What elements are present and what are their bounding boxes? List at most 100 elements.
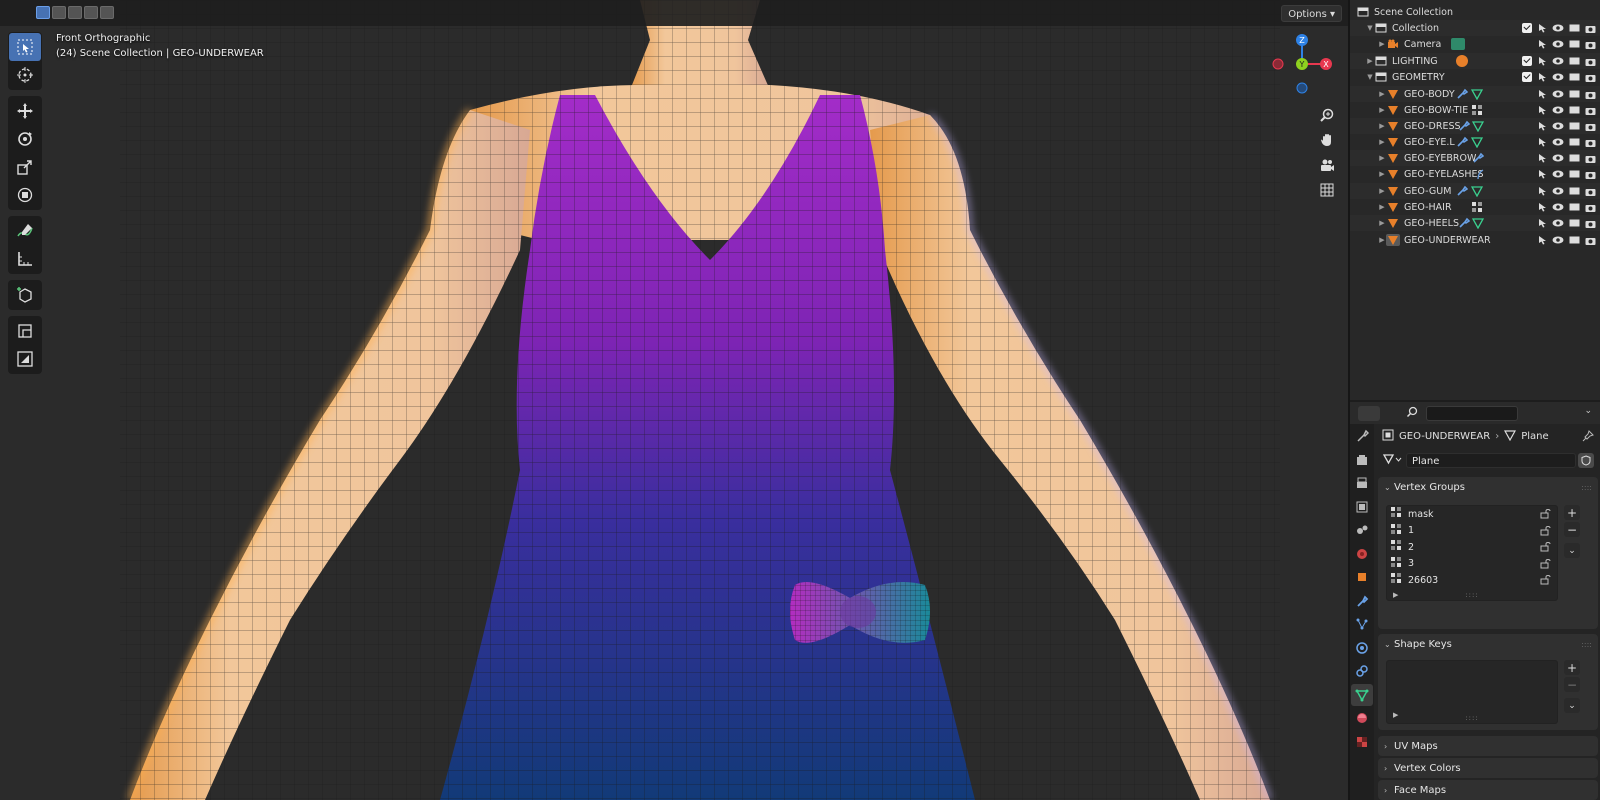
render-camera-icon[interactable]: [1584, 120, 1596, 132]
shape-key-list[interactable]: ▶ ::::: [1386, 660, 1558, 724]
render-camera-icon[interactable]: [1584, 152, 1596, 164]
render-camera-icon[interactable]: [1584, 22, 1596, 34]
render-camera-icon[interactable]: [1584, 104, 1596, 116]
monitor-icon[interactable]: [1568, 55, 1580, 67]
object-tab-icon[interactable]: [1351, 566, 1373, 588]
select-arrow-icon[interactable]: [1536, 201, 1548, 213]
select-box-icon[interactable]: [9, 33, 41, 61]
list-resize-grip[interactable]: ::::: [1387, 591, 1557, 599]
select-extend-icon[interactable]: [52, 6, 66, 19]
expand-arrow-icon[interactable]: ▶: [1378, 106, 1386, 114]
expand-arrow-icon[interactable]: ▶: [1378, 138, 1386, 146]
select-arrow-icon[interactable]: [1536, 168, 1548, 180]
fake-user-shield-icon[interactable]: [1578, 453, 1594, 468]
eye-icon[interactable]: [1552, 55, 1564, 67]
rotate-icon[interactable]: [9, 125, 41, 153]
expand-arrow-icon[interactable]: ▶: [1378, 122, 1386, 130]
camera-view-icon[interactable]: [1316, 154, 1338, 176]
select-arrow-icon[interactable]: [1536, 104, 1548, 116]
render-camera-icon[interactable]: [1584, 136, 1596, 148]
render-camera-icon[interactable]: [1584, 217, 1596, 229]
outliner-row-scene-collection[interactable]: Scene Collection: [1350, 4, 1600, 20]
shape-keys-header[interactable]: ⌄ Shape Keys ::::: [1378, 634, 1598, 654]
monitor-icon[interactable]: [1568, 38, 1580, 50]
monitor-icon[interactable]: [1568, 168, 1580, 180]
drag-grip-icon[interactable]: ::::: [1581, 640, 1592, 649]
eye-icon[interactable]: [1552, 234, 1564, 246]
render-camera-icon[interactable]: [1584, 234, 1596, 246]
face-maps-panel[interactable]: › Face Maps: [1378, 780, 1598, 800]
monitor-icon[interactable]: [1568, 234, 1580, 246]
select-invert-icon[interactable]: [84, 6, 98, 19]
list-resize-grip[interactable]: ::::: [1387, 714, 1557, 722]
expand-arrow-icon[interactable]: ▶: [1378, 203, 1386, 211]
expand-arrow-icon[interactable]: ▶: [1378, 187, 1386, 195]
render-tab-icon[interactable]: [1351, 449, 1373, 471]
list-item[interactable]: 1: [1387, 523, 1557, 540]
lock-icon[interactable]: [1540, 508, 1551, 522]
mesh-data-tab-icon[interactable]: [1351, 683, 1373, 706]
outliner-row-object[interactable]: ▶ GEO-DRESS: [1350, 118, 1600, 134]
eye-icon[interactable]: [1552, 217, 1564, 229]
editor-type-dropdown[interactable]: [1358, 406, 1380, 421]
monitor-icon[interactable]: [1568, 152, 1580, 164]
eye-icon[interactable]: [1552, 185, 1564, 197]
outliner-row-object[interactable]: ▶ GEO-EYE.L: [1350, 134, 1600, 150]
lock-icon[interactable]: [1540, 525, 1551, 539]
vertex-colors-panel[interactable]: › Vertex Colors: [1378, 758, 1598, 778]
list-item[interactable]: 3: [1387, 556, 1557, 573]
transform-icon[interactable]: [9, 181, 41, 209]
3d-viewport[interactable]: Options ▾ Front Orthographic (24) Scene …: [0, 0, 1348, 800]
expand-arrow-icon[interactable]: ▼: [1366, 73, 1374, 81]
vertex-groups-header[interactable]: ⌄ Vertex Groups ::::: [1378, 477, 1598, 497]
expand-arrow-icon[interactable]: ▶: [1378, 170, 1386, 178]
outliner-row-camera[interactable]: ▶ Camera: [1350, 36, 1600, 52]
select-arrow-icon[interactable]: [1536, 152, 1548, 164]
select-arrow-icon[interactable]: [1536, 71, 1548, 83]
monitor-icon[interactable]: [1568, 185, 1580, 197]
expand-arrow-icon[interactable]: ▶: [1378, 90, 1386, 98]
world-tab-icon[interactable]: [1351, 543, 1373, 565]
expand-arrow-icon[interactable]: ▶: [1366, 57, 1374, 65]
monitor-icon[interactable]: [1568, 88, 1580, 100]
add-vertex-group-button[interactable]: +: [1564, 505, 1580, 520]
monitor-icon[interactable]: [1568, 136, 1580, 148]
exclude-checkbox[interactable]: [1522, 72, 1532, 82]
monitor-icon[interactable]: [1568, 201, 1580, 213]
mesh-browse-icon[interactable]: [1382, 452, 1402, 469]
navigation-gizmo[interactable]: Z X Y: [1266, 34, 1338, 98]
monitor-icon[interactable]: [1568, 22, 1580, 34]
properties-search-input[interactable]: [1426, 406, 1518, 421]
texture-tab-icon[interactable]: [1351, 731, 1373, 753]
outliner-row-collection[interactable]: ▼ Collection: [1350, 20, 1600, 36]
eye-icon[interactable]: [1552, 104, 1564, 116]
extrude-icon[interactable]: [9, 317, 41, 345]
shape-key-specials-button[interactable]: ⌄: [1564, 698, 1580, 713]
list-item[interactable]: 2: [1387, 539, 1557, 556]
eye-icon[interactable]: [1552, 22, 1564, 34]
modifier-tab-icon[interactable]: [1351, 590, 1373, 612]
eye-icon[interactable]: [1552, 120, 1564, 132]
annotate-icon[interactable]: [9, 217, 41, 245]
select-new-icon[interactable]: [36, 6, 50, 19]
select-arrow-icon[interactable]: [1536, 22, 1548, 34]
eye-icon[interactable]: [1552, 168, 1564, 180]
select-arrow-icon[interactable]: [1536, 38, 1548, 50]
outliner-row-object[interactable]: ▶ GEO-BODY: [1350, 86, 1600, 102]
vertex-group-specials-button[interactable]: ⌄: [1564, 543, 1580, 558]
material-tab-icon[interactable]: [1351, 707, 1373, 729]
lock-icon[interactable]: [1540, 558, 1551, 572]
select-arrow-icon[interactable]: [1536, 234, 1548, 246]
select-arrow-icon[interactable]: [1536, 136, 1548, 148]
mesh-name-input[interactable]: Plane: [1406, 453, 1576, 468]
eye-icon[interactable]: [1552, 38, 1564, 50]
render-camera-icon[interactable]: [1584, 71, 1596, 83]
select-arrow-icon[interactable]: [1536, 55, 1548, 67]
add-shape-key-button[interactable]: +: [1564, 660, 1580, 675]
eye-icon[interactable]: [1552, 88, 1564, 100]
particles-tab-icon[interactable]: [1351, 613, 1373, 635]
monitor-icon[interactable]: [1568, 120, 1580, 132]
outliner-row-object[interactable]: ▶ GEO-EYELASHES: [1350, 166, 1600, 182]
physics-tab-icon[interactable]: [1351, 637, 1373, 659]
select-arrow-icon[interactable]: [1536, 217, 1548, 229]
